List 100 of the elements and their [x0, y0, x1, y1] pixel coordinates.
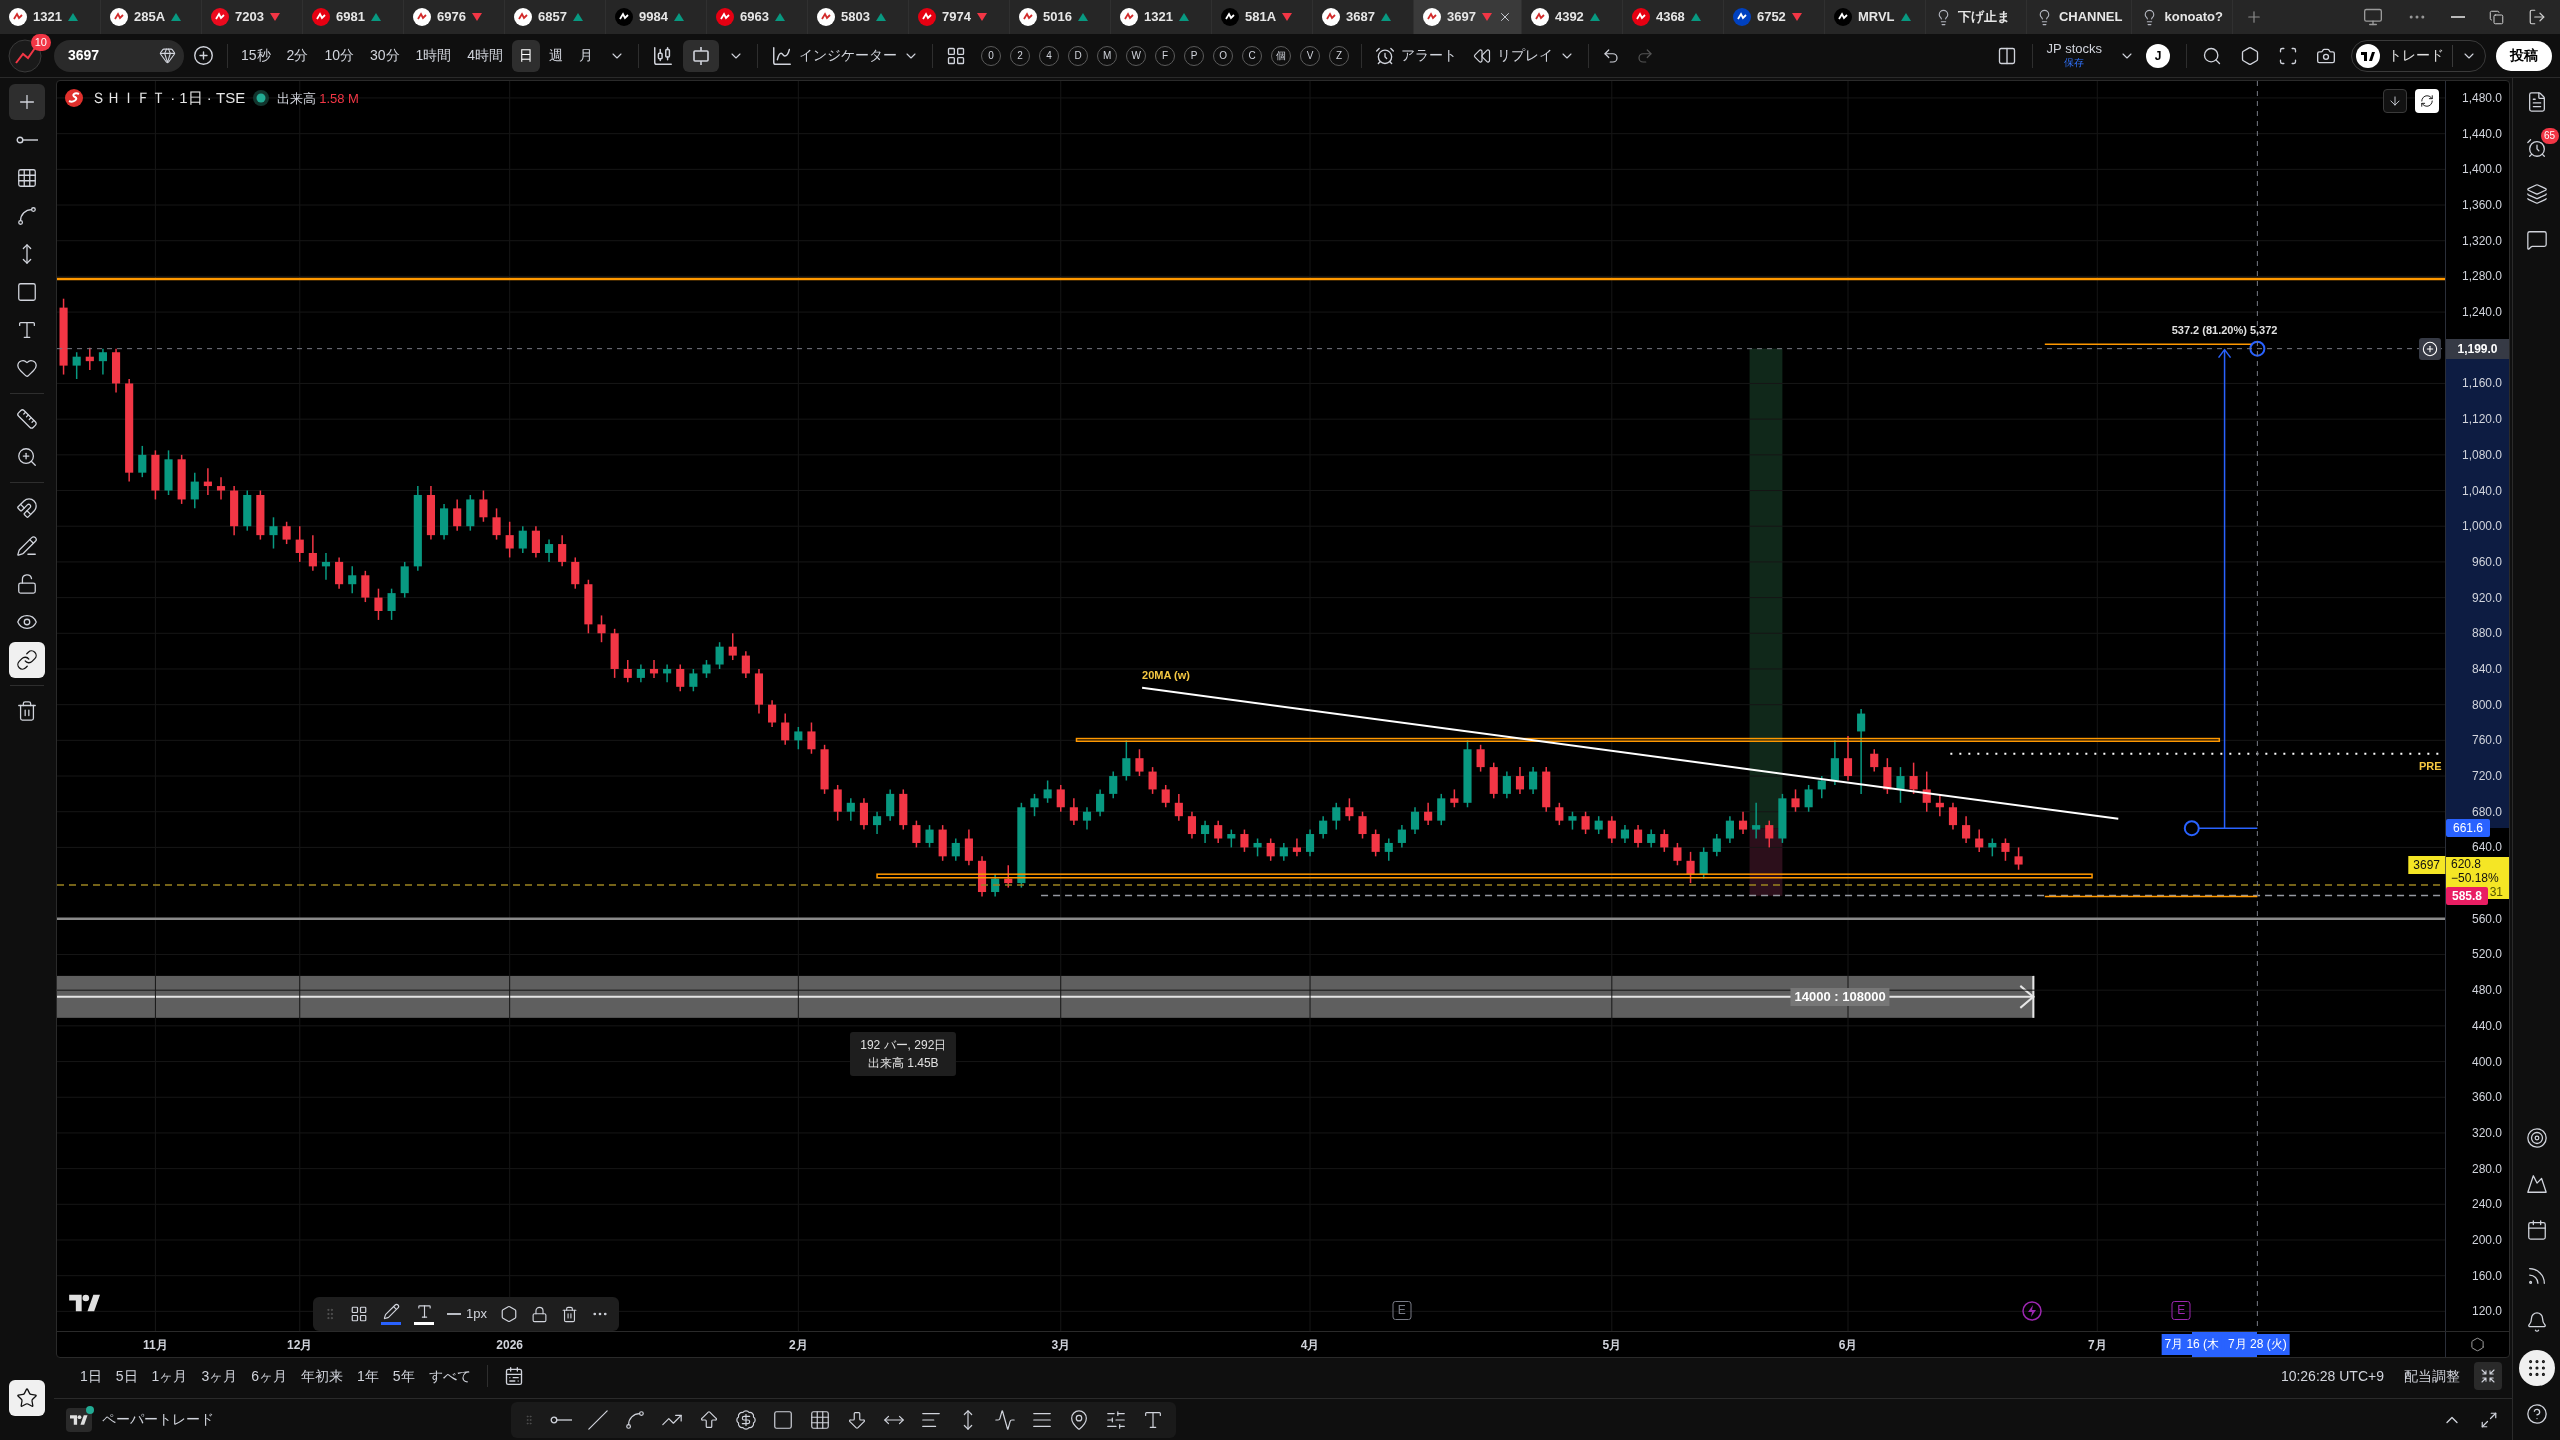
range-button[interactable]: 1ヶ月: [145, 1362, 194, 1390]
line-width-button[interactable]: 1px: [447, 1304, 487, 1324]
lightning-icon[interactable]: [2021, 1301, 2042, 1321]
layout-name-button[interactable]: JP stocks 保存: [2040, 41, 2108, 70]
line-icon[interactable]: [550, 1415, 572, 1424]
four-squares-icon[interactable]: [350, 1305, 368, 1323]
timezone-button[interactable]: 10:26:28 UTC+9: [2274, 1362, 2390, 1390]
panel-tab[interactable]: ペーパートレード: [102, 1409, 214, 1430]
range-button[interactable]: 6ヶ月: [245, 1362, 293, 1390]
collapse-button[interactable]: [2474, 1362, 2502, 1390]
time-tick-label: 4月: [1300, 1337, 1320, 1354]
interval-button[interactable]: 30分: [362, 39, 407, 72]
monitor-icon[interactable]: [2363, 7, 2383, 27]
add-button[interactable]: [2419, 337, 2441, 360]
candle: [886, 788, 895, 822]
up-arrow-icon[interactable]: [698, 1408, 720, 1431]
color-swatch-icon[interactable]: [414, 1322, 434, 1325]
range-button[interactable]: 1日: [74, 1362, 108, 1390]
range-button[interactable]: 5年: [386, 1362, 421, 1390]
favorites-button[interactable]: [9, 1380, 45, 1416]
settings-icon[interactable]: [499, 1305, 518, 1323]
sync-button[interactable]: [9, 642, 45, 678]
grid-icon[interactable]: [809, 1408, 831, 1431]
settings-icon[interactable]: [2470, 1337, 2485, 1352]
price-tick-label: 680.0: [2471, 803, 2502, 820]
candle: [1712, 833, 1721, 858]
tooltip-text: 出来高 1.45B: [867, 1054, 939, 1072]
interval-button[interactable]: 4時間: [460, 39, 511, 72]
undo-icon: [1602, 46, 1621, 65]
candle: [466, 494, 475, 532]
user-avatar[interactable]: J: [2146, 43, 2170, 68]
quick-button[interactable]: F: [1155, 45, 1176, 66]
candle: [295, 525, 304, 563]
rewind-icon: [1473, 46, 1492, 65]
color-swatch-icon[interactable]: [381, 1322, 401, 1325]
maximize-icon[interactable]: [2480, 1410, 2498, 1429]
publish-button[interactable]: 投稿: [2496, 40, 2552, 71]
candle: [1096, 788, 1105, 817]
zigzag-icon[interactable]: [994, 1408, 1016, 1431]
range-button[interactable]: 3ヶ月: [195, 1362, 244, 1390]
candle: [1292, 837, 1301, 858]
text-icon: [16, 319, 38, 341]
price-tick-label: 640.0: [2471, 839, 2502, 856]
diagonal-line-icon[interactable]: [587, 1408, 609, 1431]
candle: [1489, 761, 1498, 800]
interval-button[interactable]: 週: [542, 39, 571, 72]
map-pin-icon[interactable]: [1068, 1408, 1090, 1431]
candle: [1568, 811, 1577, 831]
range-button[interactable]: すべて: [422, 1362, 477, 1390]
candle: [768, 699, 777, 728]
pencil-icon[interactable]: [382, 1303, 400, 1320]
candle: [1988, 837, 1997, 858]
range-button[interactable]: 5日: [109, 1362, 144, 1390]
price-tick-label: 320.0: [2471, 1124, 2502, 1141]
interval-button[interactable]: 日: [512, 39, 541, 72]
magnet-icon: [16, 497, 38, 519]
price-tick-label: 720.0: [2471, 768, 2502, 785]
alert-button[interactable]: アラート: [1368, 39, 1465, 72]
star-icon: [16, 1387, 38, 1409]
interval-button[interactable]: 1時間: [408, 39, 459, 72]
text-icon[interactable]: [415, 1303, 433, 1320]
range-button[interactable]: 年初来: [295, 1362, 349, 1390]
exit-icon[interactable]: [2528, 8, 2546, 26]
scroll-down-button[interactable]: [2383, 89, 2407, 113]
restore-icon[interactable]: [2489, 9, 2504, 25]
candle: [1437, 793, 1446, 826]
symbol-search-field[interactable]: 3697: [54, 39, 184, 72]
alarm-clock-icon: [1375, 45, 1396, 66]
candle: [1935, 793, 1944, 817]
tab[interactable]: 3697: [1414, 0, 1522, 34]
chart-type-button[interactable]: [683, 39, 720, 72]
crosshair-tool-button[interactable]: [9, 84, 45, 120]
dollar-sign-icon[interactable]: [735, 1408, 757, 1431]
candle: [1555, 802, 1564, 826]
range-button[interactable]: 1年: [351, 1362, 385, 1390]
candle: [1765, 819, 1774, 849]
square-icon[interactable]: [772, 1408, 794, 1431]
sync-view-button[interactable]: [2415, 89, 2439, 113]
lock-icon[interactable]: [530, 1305, 548, 1323]
adjustment-button[interactable]: 配当調整: [2398, 1362, 2466, 1390]
candle: [1030, 793, 1039, 817]
time-tick-label: 7月: [2087, 1337, 2107, 1354]
replay-button[interactable]: リプレイ: [1466, 39, 1583, 72]
candle: [1240, 828, 1249, 853]
candle: [1870, 748, 1879, 773]
trash-icon[interactable]: [560, 1305, 578, 1323]
interval-button[interactable]: 10分: [317, 39, 361, 72]
spline-icon[interactable]: [624, 1408, 646, 1431]
interval-button[interactable]: 15秒: [234, 39, 278, 72]
indicators-button[interactable]: インジケーター: [764, 39, 927, 72]
interval-button[interactable]: 2分: [279, 39, 316, 72]
candle: [1962, 815, 1971, 844]
candle: [1345, 797, 1354, 822]
price-tick-label: 440.0: [2471, 1017, 2502, 1034]
sliders-icon[interactable]: [1105, 1408, 1127, 1431]
apps-button[interactable]: [2518, 1350, 2555, 1386]
time-tick-label: 6月: [1838, 1337, 1858, 1354]
candle: [964, 828, 973, 866]
interval-button[interactable]: 月: [572, 39, 601, 72]
redo-icon: [1636, 46, 1655, 65]
